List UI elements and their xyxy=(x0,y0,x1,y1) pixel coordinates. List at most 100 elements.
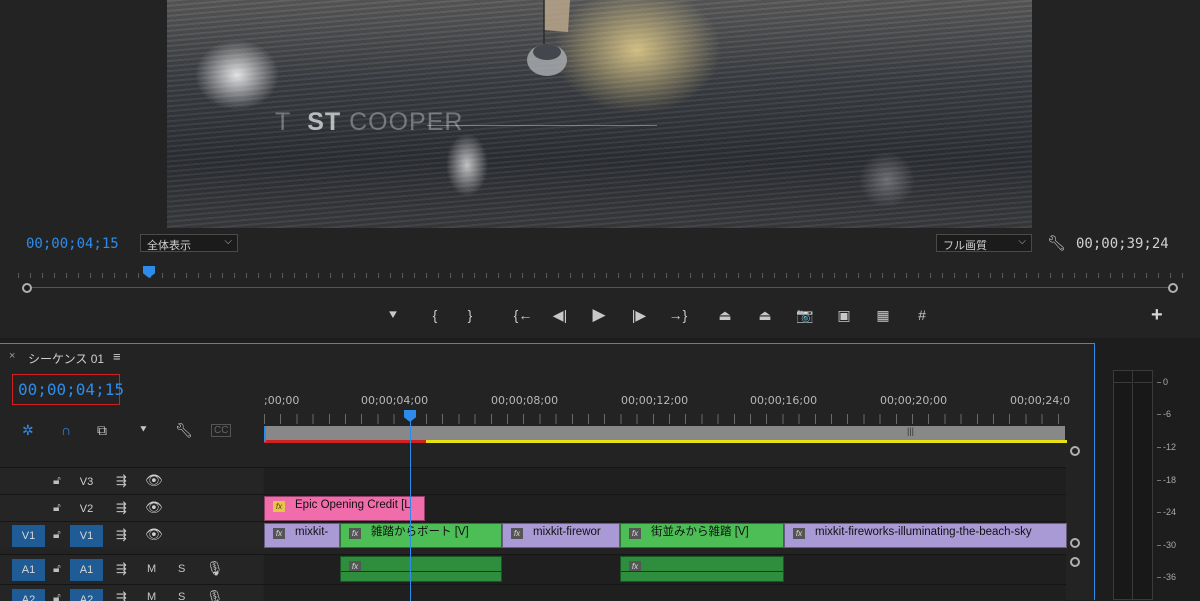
timeline-ruler-ticks[interactable] xyxy=(264,414,1069,424)
microphone-icon[interactable]: 🎙︎ xyxy=(206,560,224,577)
clip-label: mixkit-fireworks-illuminating-the-beach-… xyxy=(815,526,1032,538)
eye-icon[interactable]: 👁︎ xyxy=(145,472,163,489)
track-header-a1: A1 🔓︎ A1 ⇶ M S 🎙︎ xyxy=(0,555,263,584)
mark-out-button[interactable]: } xyxy=(459,305,481,325)
clip-video[interactable]: fx 街並みから雑踏 [V] xyxy=(620,523,784,548)
scrollbar-bottom-handle[interactable] xyxy=(1070,538,1080,548)
clip-video[interactable]: fx mixkit- xyxy=(264,523,340,548)
meter-channel-right xyxy=(1134,371,1153,599)
source-patch-a2[interactable]: A2 xyxy=(12,589,45,601)
lock-icon[interactable]: 🔓︎ xyxy=(53,500,61,515)
scrollbar-right-handle[interactable] xyxy=(1168,283,1178,293)
program-video-frame[interactable]: T ST COOPER xyxy=(167,0,1032,228)
settings-icon[interactable]: 🔧︎ xyxy=(175,422,193,439)
work-area-bar[interactable]: ||| xyxy=(264,426,1065,440)
timeline-vertical-scrollbar[interactable] xyxy=(1068,444,1082,601)
db-label: -12 xyxy=(1156,442,1177,452)
clip-title[interactable]: fx Epic Opening Credit [L xyxy=(264,496,425,521)
lock-icon[interactable]: 🔓︎ xyxy=(53,473,61,488)
source-patch-a1[interactable]: A1 xyxy=(12,559,45,581)
mute-track-button[interactable]: M xyxy=(147,563,156,575)
in-point-marker[interactable] xyxy=(264,426,266,442)
clip-audio[interactable]: fx xyxy=(620,556,784,582)
track-target-v1[interactable]: V1 xyxy=(70,525,103,547)
snap-icon[interactable]: ∩ xyxy=(61,422,71,438)
monitor-time-ruler[interactable] xyxy=(18,266,1183,278)
close-icon[interactable]: × xyxy=(9,350,15,362)
playback-resolution-select[interactable]: フル画質 ⌵ xyxy=(936,234,1032,252)
clip-video[interactable]: fx 雑踏からボート [V] xyxy=(340,523,502,548)
track-body-v3[interactable] xyxy=(264,468,1066,494)
sync-lock-icon[interactable]: ⇶ xyxy=(116,590,127,601)
comparison-view-button[interactable]: ▣ xyxy=(833,305,855,325)
lock-icon[interactable]: 🔓︎ xyxy=(53,561,61,576)
chevron-down-icon: ⌵ xyxy=(224,236,232,247)
sync-lock-icon[interactable]: ⇶ xyxy=(116,473,127,489)
timeline-panel: × シーケンス 01 ≡ 00;00;04;15 ✲ ∩ ⧉ ⯆ 🔧︎ CC ;… xyxy=(0,343,1095,601)
track-target-v3[interactable]: V3 xyxy=(70,471,103,493)
ruler-time-label: 00;00;24;0 xyxy=(1010,394,1071,407)
source-patch-v1[interactable]: V1 xyxy=(12,525,45,547)
track-target-a2[interactable]: A2 xyxy=(70,589,103,601)
track-body-v1[interactable]: fx mixkit- fx 雑踏からボート [V] fx mixkit-fire… xyxy=(264,522,1067,548)
video-title-faded: T xyxy=(275,108,292,136)
scrollbar-top-handle[interactable] xyxy=(1070,446,1080,456)
track-body-a2[interactable] xyxy=(264,585,1066,601)
video-title-bold: ST xyxy=(307,108,342,136)
add-marker-icon[interactable]: ⯆ xyxy=(139,424,148,437)
sync-lock-icon[interactable]: ⇶ xyxy=(116,527,127,543)
zoom-level-select[interactable]: 全体表示 ⌵ xyxy=(140,234,238,252)
scrollbar-top-handle[interactable] xyxy=(1070,557,1080,567)
panel-menu-icon[interactable]: ≡ xyxy=(113,349,121,364)
eye-icon[interactable]: 👁︎ xyxy=(145,526,163,543)
sync-lock-icon[interactable]: ⇶ xyxy=(116,500,127,516)
button-editor-add-button[interactable]: + xyxy=(1151,304,1163,327)
clip-video[interactable]: fx mixkit-fireworks-illuminating-the-bea… xyxy=(784,523,1067,548)
captions-icon[interactable]: CC xyxy=(211,424,232,437)
timeline-playhead-line xyxy=(410,422,411,601)
go-to-out-button[interactable]: →} xyxy=(665,305,691,325)
add-marker-button[interactable]: ⯆ xyxy=(382,305,404,325)
lift-button[interactable]: ⏏ xyxy=(714,305,736,325)
mark-in-button[interactable]: { xyxy=(424,305,446,325)
eye-icon[interactable]: 👁︎ xyxy=(145,499,163,516)
wrench-icon[interactable]: 🔧︎ xyxy=(1047,234,1066,252)
scrollbar-left-handle[interactable] xyxy=(22,283,32,293)
track-target-v2[interactable]: V2 xyxy=(70,498,103,520)
work-area-grip-icon[interactable]: ||| xyxy=(907,426,914,436)
track-body-v2[interactable]: fx Epic Opening Credit [L xyxy=(264,495,1066,521)
track-header-v3: 🔓︎ V3 ⇶ 👁︎ xyxy=(0,468,263,494)
extract-button[interactable]: ⏏ xyxy=(754,305,776,325)
playhead-timecode[interactable]: 00;00;04;15 xyxy=(26,236,119,252)
lock-icon[interactable]: 🔓︎ xyxy=(53,527,61,542)
lock-icon[interactable]: 🔓︎ xyxy=(53,590,61,601)
timeline-time-ruler[interactable]: ;00;00 00;00;04;00 00;00;08;00 00;00;12;… xyxy=(264,394,1070,408)
track-body-a1[interactable]: fx fx xyxy=(264,555,1066,584)
timeline-timecode[interactable]: 00;00;04;15 xyxy=(12,374,124,405)
go-to-in-button[interactable]: {← xyxy=(510,305,536,325)
track-v1: V1 🔓︎ V1 ⇶ 👁︎ fx mixkit- fx 雑踏からボート [V] … xyxy=(0,521,1067,548)
play-button[interactable]: ▶ xyxy=(588,305,610,325)
fx-badge-icon: fx xyxy=(273,528,285,539)
multi-camera-button[interactable]: ▦ xyxy=(872,305,894,325)
step-forward-button[interactable]: |▶ xyxy=(628,305,650,325)
clip-audio[interactable]: fx xyxy=(340,556,502,582)
monitor-zoom-scrollbar[interactable] xyxy=(22,283,1178,293)
clip-label: 街並みから雑踏 [V] xyxy=(651,526,749,538)
timeline-tab[interactable]: × シーケンス 01 ≡ xyxy=(0,349,300,367)
db-label: -24 xyxy=(1156,507,1177,517)
clip-video[interactable]: fx mixkit-firewor xyxy=(502,523,620,548)
ruler-time-label: 00;00;12;00 xyxy=(621,394,689,407)
step-back-button[interactable]: ◀| xyxy=(549,305,571,325)
track-target-a1[interactable]: A1 xyxy=(70,559,103,581)
sync-lock-icon[interactable]: ⇶ xyxy=(116,561,127,577)
sequence-tab-title[interactable]: シーケンス 01 xyxy=(28,350,104,367)
chevron-down-icon: ⌵ xyxy=(1018,236,1026,247)
linked-selection-icon[interactable]: ⧉ xyxy=(97,422,107,439)
track-header-a2: A2 🔓︎ A2 ⇶ M S 🎙︎ xyxy=(0,585,263,601)
export-frame-button[interactable]: 📷 xyxy=(794,305,816,325)
solo-track-button[interactable]: S xyxy=(178,563,185,575)
safe-margins-button[interactable]: # xyxy=(911,305,933,325)
microphone-icon[interactable]: 🎙︎ xyxy=(206,589,224,601)
nest-icon[interactable]: ✲ xyxy=(22,422,34,439)
